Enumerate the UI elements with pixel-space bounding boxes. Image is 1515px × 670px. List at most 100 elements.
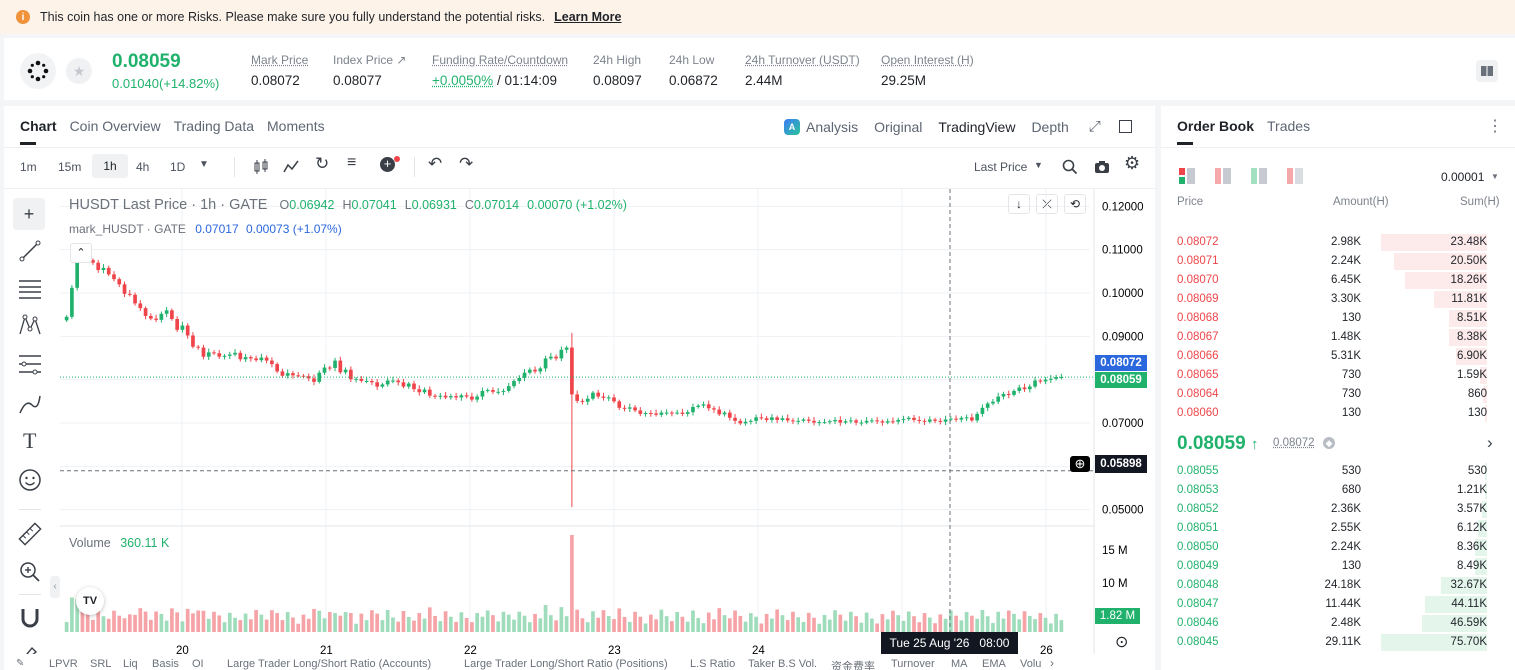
bid-row[interactable]: 0.08045 29.11K 75.70K (1161, 633, 1501, 652)
ask-row[interactable]: 0.08068 130 8.51K (1161, 309, 1501, 328)
bid-row[interactable]: 0.08046 2.48K 46.59K (1161, 614, 1501, 633)
candle-body (759, 417, 764, 419)
crosshair-icon[interactable]: + (13, 198, 45, 230)
stat-index-price[interactable]: Index Price ↗ 0.08077 (333, 53, 406, 88)
pattern-icon[interactable] (18, 314, 42, 338)
undo-icon[interactable]: ↶ (428, 154, 442, 174)
brush-icon[interactable] (18, 393, 42, 415)
redo-icon[interactable]: ↷ (459, 154, 473, 174)
interval-15m[interactable]: 15m (58, 160, 81, 174)
volume-bar (875, 623, 879, 632)
price-axis-label: 0.11000 (1102, 245, 1143, 257)
ask-row[interactable]: 0.08070 6.45K 18.26K (1161, 271, 1501, 290)
chevron-down-icon[interactable]: ▼ (1491, 172, 1499, 181)
interval-1m[interactable]: 1m (20, 160, 37, 174)
tab-trades[interactable]: Trades (1267, 118, 1310, 145)
reset-icon[interactable]: ⟲ (1064, 194, 1086, 214)
ask-row[interactable]: 0.08072 2.98K 23.48K (1161, 233, 1501, 252)
zoom-in-icon[interactable] (18, 560, 42, 584)
tab-trading-data[interactable]: Trading Data (174, 118, 254, 145)
ask-row[interactable]: 0.08067 1.48K 8.38K (1161, 328, 1501, 347)
settings-gear-icon[interactable]: ⚙ (1124, 153, 1140, 174)
indicator-taker[interactable]: Taker B.S Vol. (748, 658, 817, 670)
indicator-volume[interactable]: Volu (1020, 658, 1041, 670)
candlestick-chart[interactable]: 0.12000 0.11000 0.10000 0.09000 0.07000 0.050… (60, 189, 1155, 670)
precision-select[interactable]: 0.00001 (1441, 170, 1484, 184)
candles-icon[interactable] (253, 159, 269, 175)
tab-tradingview[interactable]: TradingView (938, 119, 1015, 135)
learn-more-link[interactable]: Learn More (554, 10, 621, 24)
ask-row[interactable]: 0.08060 130 130 (1161, 404, 1501, 423)
bid-row[interactable]: 0.08053 680 1.21K (1161, 481, 1501, 500)
indicator-ema[interactable]: EMA (982, 658, 1006, 670)
text-tool-icon[interactable]: T (23, 428, 36, 454)
bid-row[interactable]: 0.08051 2.55K 6.12K (1161, 519, 1501, 538)
ask-row[interactable]: 0.08066 5.31K 6.90K (1161, 347, 1501, 366)
interval-4h[interactable]: 4h (136, 160, 149, 174)
ask-row[interactable]: 0.08069 3.30K 11.81K (1161, 290, 1501, 309)
view-bids-icon[interactable] (1251, 168, 1267, 184)
book-icon[interactable] (1476, 60, 1498, 82)
view-both-icon[interactable] (1179, 168, 1195, 184)
collapse-legend-icon[interactable]: ⌃ (70, 243, 92, 263)
tab-coin-overview[interactable]: Coin Overview (70, 118, 161, 145)
fib-lines-icon[interactable] (18, 278, 42, 300)
auto-scale-icon[interactable]: ⊙ (1115, 632, 1128, 652)
bid-row[interactable]: 0.08047 11.44K 44.11K (1161, 595, 1501, 614)
tab-chart[interactable]: Chart (20, 118, 57, 145)
price-type-select[interactable]: Last Price (974, 160, 1027, 174)
favorite-star-icon[interactable]: ★ (66, 58, 92, 84)
compare-icon[interactable]: ↻ (315, 154, 329, 174)
magnet-icon[interactable] (18, 606, 42, 630)
tab-depth[interactable]: Depth (1031, 119, 1068, 135)
ask-row[interactable]: 0.08065 730 1.59K (1161, 366, 1501, 385)
trendline-icon[interactable] (19, 240, 41, 262)
interval-1d[interactable]: 1D (170, 160, 185, 174)
view-asks-icon[interactable] (1215, 168, 1231, 184)
add-order-icon[interactable]: ⊕ (1070, 456, 1090, 472)
indicator-ls-ratio[interactable]: L.S Ratio (690, 658, 735, 670)
expand-icon[interactable]: ⤢ (1089, 118, 1101, 135)
chevron-down-icon[interactable]: ▼ (199, 159, 209, 170)
indicator-ls-positions[interactable]: Large Trader Long/Short Ratio (Positions… (464, 658, 668, 670)
bid-row[interactable]: 0.08055 530 530 (1161, 462, 1501, 481)
templates-icon[interactable]: ≡ (347, 154, 356, 172)
tab-order-book[interactable]: Order Book (1177, 118, 1254, 145)
emoji-icon[interactable] (18, 468, 42, 492)
fullscreen-icon[interactable] (1118, 120, 1132, 133)
bid-row[interactable]: 0.08048 24.18K 32.67K (1161, 576, 1501, 595)
pencil-icon[interactable]: ✎ (16, 658, 24, 669)
ask-row[interactable]: 0.08064 730 860 (1161, 385, 1501, 404)
ruler-icon[interactable] (18, 522, 42, 546)
bid-row[interactable]: 0.08049 130 8.49K (1161, 557, 1501, 576)
collapse-icon[interactable]: ⤫ (1036, 194, 1058, 214)
indicator-ls-accounts[interactable]: Large Trader Long/Short Ratio (Accounts) (227, 658, 431, 670)
chevron-right-icon[interactable]: › (1050, 656, 1054, 670)
bid-row[interactable]: 0.08052 2.36K 3.57K (1161, 500, 1501, 519)
add-alert-icon[interactable]: + (380, 157, 395, 172)
tab-moments[interactable]: Moments (267, 118, 325, 145)
indicator-oi[interactable]: OI (192, 658, 204, 670)
more-menu-icon[interactable]: ⋮ (1487, 116, 1503, 136)
projection-icon[interactable] (18, 353, 42, 375)
indicator-funding[interactable]: 资金费率 (831, 658, 875, 670)
indicators-icon[interactable] (283, 159, 299, 175)
chevron-right-icon[interactable]: › (1487, 433, 1493, 453)
collapse-toolbar-icon[interactable]: ‹ (50, 576, 60, 598)
camera-icon[interactable] (1094, 159, 1110, 175)
interval-1h[interactable]: 1h (92, 154, 128, 178)
indicator-lpvr[interactable]: LPVR (49, 658, 78, 670)
arrow-down-icon[interactable]: ↓ (1008, 194, 1030, 214)
chevron-down-icon[interactable]: ▼ (1034, 160, 1043, 170)
ask-row[interactable]: 0.08071 2.24K 20.50K (1161, 252, 1501, 271)
indicator-ma[interactable]: MA (951, 658, 968, 670)
indicator-basis[interactable]: Basis (152, 658, 179, 670)
search-icon[interactable] (1062, 159, 1078, 175)
indicator-srl[interactable]: SRL (90, 658, 111, 670)
tab-analysis[interactable]: Analysis (806, 119, 858, 135)
bid-row[interactable]: 0.08050 2.24K 8.36K (1161, 538, 1501, 557)
tab-original[interactable]: Original (874, 119, 922, 135)
indicator-liq[interactable]: Liq (123, 658, 138, 670)
indicator-turnover[interactable]: Turnover (891, 658, 935, 670)
view-depth-icon[interactable] (1287, 168, 1303, 184)
